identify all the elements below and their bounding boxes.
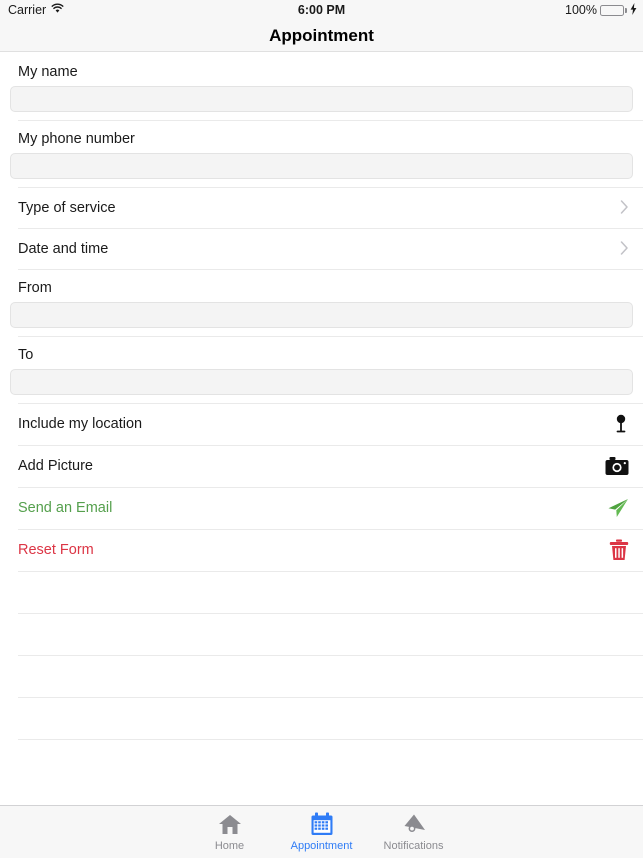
separator [18, 697, 643, 698]
row-my-phone-number: My phone number [0, 120, 643, 187]
reset-form-label: Reset Form [18, 542, 94, 558]
my-name-label: My name [18, 64, 78, 80]
add-picture-label: Add Picture [18, 458, 93, 474]
from-label: From [18, 280, 52, 296]
tab-home-label: Home [214, 840, 245, 852]
separator [18, 739, 643, 740]
appointment-screen: Carrier 6:00 PM 100% Appointment My name… [0, 0, 643, 858]
tab-notifications[interactable]: Notifications [368, 806, 460, 852]
row-add-picture[interactable]: Add Picture [0, 445, 643, 487]
calendar-icon [310, 810, 334, 838]
separator [18, 187, 643, 188]
camera-icon [605, 457, 629, 476]
paper-plane-icon [607, 498, 629, 518]
separator [18, 529, 643, 530]
separator [18, 571, 643, 572]
status-bar: Carrier 6:00 PM 100% [0, 0, 643, 20]
chevron-right-icon [620, 199, 629, 215]
row-to: To [0, 336, 643, 403]
row-type-of-service[interactable]: Type of service [0, 187, 643, 228]
lightning-bolt-icon [630, 2, 637, 18]
send-an-email-label: Send an Email [18, 500, 113, 516]
empty-row [0, 613, 643, 655]
separator [18, 120, 643, 121]
chevron-right-icon [620, 240, 629, 256]
separator [18, 445, 643, 446]
page-title: Appointment [269, 25, 374, 45]
separator [18, 336, 643, 337]
status-bar-right: 100% [565, 2, 637, 18]
status-bar-time: 6:00 PM [297, 3, 346, 17]
my-phone-number-input[interactable] [10, 153, 633, 179]
separator [18, 613, 643, 614]
row-from: From [0, 269, 643, 336]
include-my-location-label: Include my location [18, 416, 143, 432]
row-send-an-email[interactable]: Send an Email [0, 487, 643, 529]
navigation-bar: Appointment [0, 20, 643, 52]
map-pin-icon [613, 413, 629, 435]
megaphone-icon [401, 810, 427, 838]
date-and-time-label: Date and time [18, 241, 109, 257]
row-date-and-time[interactable]: Date and time [0, 228, 643, 269]
separator [18, 269, 643, 270]
row-my-name: My name [0, 53, 643, 120]
tab-appointment[interactable]: Appointment [276, 806, 368, 852]
tab-home[interactable]: Home [184, 806, 276, 852]
tab-appointment-label: Appointment [290, 840, 353, 852]
empty-row [0, 571, 643, 613]
row-reset-form[interactable]: Reset Form [0, 529, 643, 571]
from-input[interactable] [10, 302, 633, 328]
separator [18, 403, 643, 404]
empty-row [0, 655, 643, 697]
empty-row [0, 739, 643, 781]
home-icon [218, 810, 242, 838]
to-input[interactable] [10, 369, 633, 395]
separator [18, 487, 643, 488]
empty-row [0, 697, 643, 739]
to-label: To [18, 347, 34, 363]
tab-bar: Home Appointment Notifications [0, 805, 643, 858]
trash-icon [609, 539, 629, 561]
battery-full-icon [600, 4, 627, 16]
separator [18, 228, 643, 229]
row-include-my-location[interactable]: Include my location [0, 403, 643, 445]
separator [18, 655, 643, 656]
type-of-service-label: Type of service [18, 200, 116, 216]
battery-percent-label: 100% [565, 3, 597, 17]
my-name-input[interactable] [10, 86, 633, 112]
tab-notifications-label: Notifications [383, 840, 444, 852]
my-phone-number-label: My phone number [18, 131, 135, 147]
form-list: My name My phone number Type of service … [0, 53, 643, 805]
